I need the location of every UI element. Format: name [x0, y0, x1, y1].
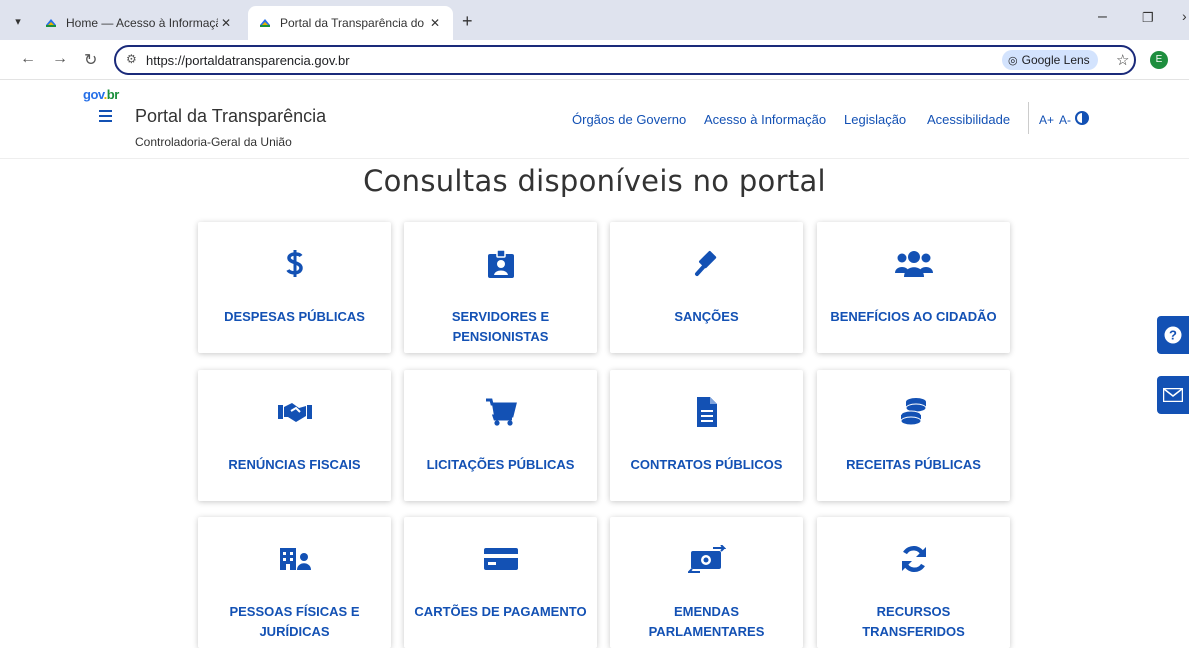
site-title[interactable]: Portal da Transparência — [135, 106, 326, 127]
nav-acesso-a-informacao[interactable]: Acesso à Informação — [704, 112, 826, 127]
card-label: CONTRATOS PÚBLICOS — [630, 457, 783, 472]
card-beneficios-ao-cidadao[interactable]: BENEFÍCIOS AO CIDADÃO — [817, 222, 1010, 353]
govbr-favicon-icon — [46, 19, 56, 27]
lens-label: Google Lens — [1021, 53, 1090, 67]
credit-card-icon — [483, 548, 518, 570]
tab-close-icon[interactable]: ✕ — [218, 16, 234, 30]
browser-tab-home[interactable]: Home — Acesso à Informação ✕ — [34, 6, 244, 40]
font-decrease-button[interactable]: A- — [1059, 113, 1071, 127]
nav-orgaos-de-governo[interactable]: Órgãos de Governo — [572, 112, 686, 127]
building-person-icon — [279, 548, 311, 570]
profile-avatar[interactable]: E — [1150, 51, 1168, 69]
help-icon: ? — [1164, 326, 1182, 344]
money-transfer-icon — [687, 545, 726, 573]
reload-icon[interactable]: ↻ — [84, 50, 97, 70]
handshake-icon — [277, 403, 312, 422]
card-emendas-parlamentares[interactable]: EMENDAS PARLAMENTARES — [610, 517, 803, 648]
gavel-icon — [694, 251, 716, 276]
card-label: RECEITAS PÚBLICAS — [846, 457, 981, 472]
sync-icon — [901, 545, 926, 573]
bookmark-star-icon[interactable]: ☆ — [1116, 51, 1129, 69]
site-subtitle: Controladoria-Geral da União — [135, 135, 292, 149]
browser-toolbar: ← → ↻ ⚙ https://portaldatransparencia.go… — [0, 40, 1189, 80]
card-despesas-publicas[interactable]: DESPESAS PÚBLICAS — [198, 222, 391, 353]
card-recursos-transferidos[interactable]: RECURSOS TRANSFERIDOS — [817, 517, 1010, 648]
card-label: EMENDAS PARLAMENTARES — [648, 604, 765, 639]
card-servidores-e-pensionistas[interactable]: SERVIDORES E PENSIONISTAS — [404, 222, 597, 353]
govbr-favicon-icon — [260, 19, 270, 27]
contrast-icon[interactable] — [1075, 111, 1089, 125]
users-icon — [894, 251, 933, 277]
card-contratos-publicos[interactable]: CONTRATOS PÚBLICOS — [610, 370, 803, 501]
card-label: CARTÕES DE PAGAMENTO — [414, 604, 587, 619]
address-bar[interactable]: ⚙ https://portaldatransparencia.gov.br ◎… — [114, 45, 1136, 75]
document-icon — [696, 397, 717, 427]
back-icon[interactable]: ← — [20, 50, 36, 68]
card-label: LICITAÇÕES PÚBLICAS — [426, 457, 575, 472]
id-badge-icon — [487, 249, 514, 278]
card-label: SERVIDORES E PENSIONISTAS — [451, 309, 550, 344]
nav-divider — [1028, 102, 1029, 134]
card-cartoes-de-pagamento[interactable]: CARTÕES DE PAGAMENTO — [404, 517, 597, 648]
help-button[interactable]: ? — [1157, 316, 1189, 354]
mail-icon — [1163, 388, 1183, 402]
card-renuncias-fiscais[interactable]: RENÚNCIAS FISCAIS — [198, 370, 391, 501]
tab-close-icon[interactable]: ✕ — [427, 16, 443, 30]
contact-button[interactable] — [1157, 376, 1189, 414]
page-title: Consultas disponíveis no portal — [363, 164, 826, 198]
logo-part-br: br — [106, 87, 120, 102]
dollar-icon — [285, 250, 303, 277]
browser-tab-portal[interactable]: Portal da Transparência do Gove ✕ — [248, 6, 453, 40]
card-label: RENÚNCIAS FISCAIS — [228, 457, 361, 472]
card-receitas-publicas[interactable]: RECEITAS PÚBLICAS — [817, 370, 1010, 501]
minimize-icon[interactable]: – — [1098, 8, 1107, 26]
tab-search-chevron-icon[interactable]: ▾ — [8, 12, 28, 32]
new-tab-button[interactable]: + — [462, 11, 473, 32]
browser-tab-bar: ▾ Home — Acesso à Informação ✕ Portal da… — [0, 0, 1189, 40]
forward-icon[interactable]: → — [52, 50, 68, 68]
restore-window-icon[interactable]: ❐ — [1142, 10, 1154, 26]
card-sancoes[interactable]: SANÇÕES — [610, 222, 803, 353]
card-label: DESPESAS PÚBLICAS — [224, 309, 365, 324]
govbr-logo[interactable]: gov.br — [83, 87, 119, 102]
card-label: SANÇÕES — [674, 309, 739, 324]
card-label: PESSOAS FÍSICAS E JURÍDICAS — [229, 604, 360, 639]
svg-text:?: ? — [1169, 328, 1177, 343]
lens-icon: ◎ — [1008, 54, 1018, 67]
tab-title: Portal da Transparência do Gove — [280, 16, 427, 30]
shopping-cart-icon — [485, 398, 517, 426]
menu-icon[interactable] — [99, 110, 112, 122]
google-lens-button[interactable]: ◎ Google Lens — [1002, 50, 1098, 70]
url-text[interactable]: https://portaldatransparencia.gov.br — [146, 53, 350, 68]
tab-title: Home — Acesso à Informação — [66, 16, 218, 30]
card-label: RECURSOS TRANSFERIDOS — [862, 604, 965, 639]
card-label: BENEFÍCIOS AO CIDADÃO — [830, 309, 997, 324]
close-window-icon[interactable]: › — [1182, 8, 1187, 24]
site-info-icon[interactable]: ⚙ — [126, 52, 137, 66]
nav-acessibilidade[interactable]: Acessibilidade — [927, 112, 1010, 127]
header-divider — [0, 158, 1189, 159]
card-pessoas-fisicas-e-juridicas[interactable]: PESSOAS FÍSICAS E JURÍDICAS — [198, 517, 391, 648]
card-licitacoes-publicas[interactable]: LICITAÇÕES PÚBLICAS — [404, 370, 597, 501]
logo-part-gov: gov — [83, 87, 104, 102]
font-increase-button[interactable]: A+ — [1039, 113, 1054, 127]
nav-legislacao[interactable]: Legislação — [844, 112, 906, 127]
coins-icon — [900, 398, 926, 426]
